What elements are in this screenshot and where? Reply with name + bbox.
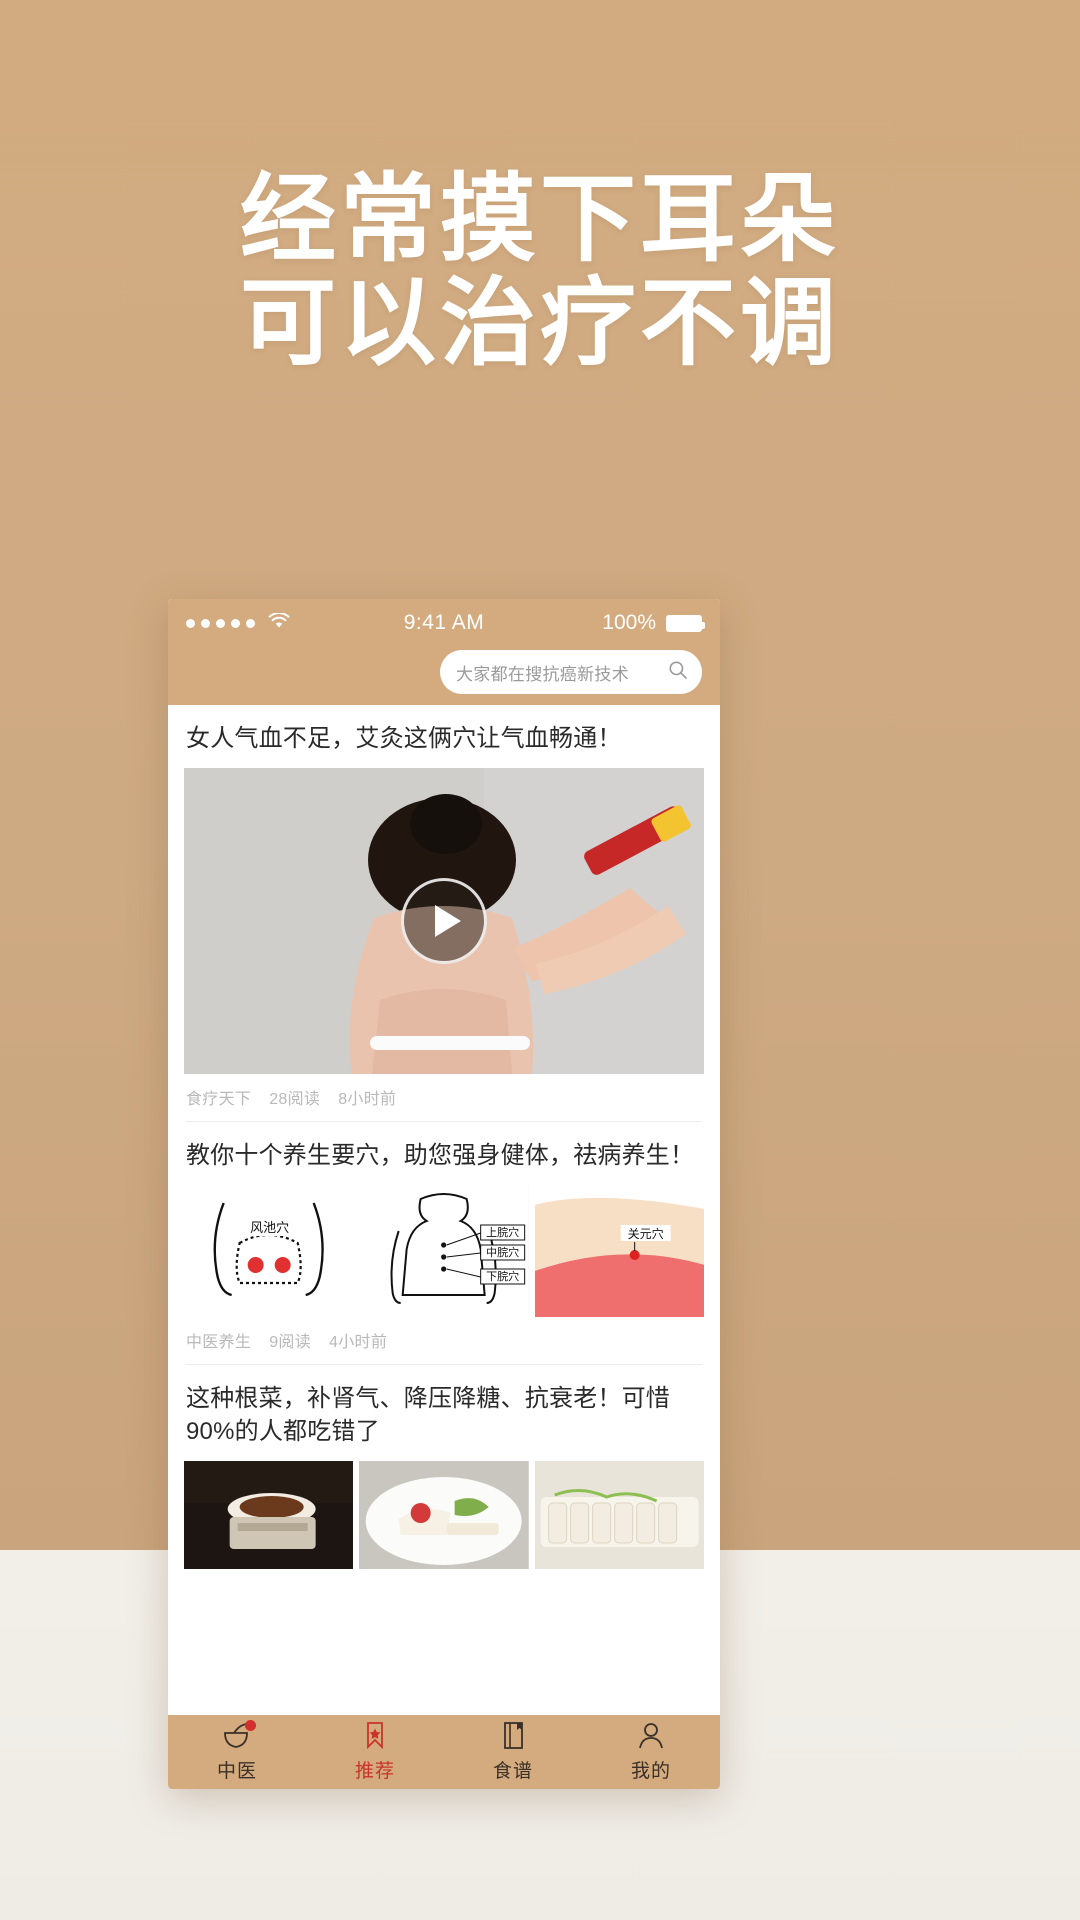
article-time: 4小时前 (329, 1334, 388, 1352)
article-reads: 9阅读 (269, 1334, 312, 1352)
tab-label: 食谱 (492, 1761, 533, 1782)
svg-text:下脘穴: 下脘穴 (486, 1269, 519, 1283)
article-image[interactable]: 风池穴 (184, 1185, 354, 1318)
article-title: 教你十个养生要穴，助您强身健体，祛病养生！ (186, 1142, 695, 1170)
article-image[interactable] (359, 1461, 529, 1570)
svg-text:上脘穴: 上脘穴 (486, 1225, 519, 1239)
status-signal (186, 611, 290, 635)
signal-dot (186, 618, 195, 628)
svg-text:中脘穴: 中脘穴 (486, 1245, 519, 1259)
list-item[interactable]: 女人气血不足，艾灸这俩穴让气血畅通！ 食疗天下 28阅读 8小时前 (168, 705, 720, 1123)
list-item[interactable]: 这种根菜，补肾气、降压降糖、抗衰老！可惜90%的人都吃错了 (168, 1365, 720, 1570)
signal-dot (216, 618, 225, 628)
signal-dot (201, 618, 210, 628)
status-battery-group: 100% (602, 611, 705, 635)
search-header: 大家都在搜抗癌新技术 (168, 647, 720, 705)
mortar-pestle-icon (220, 1720, 256, 1751)
bottom-tab-bar[interactable]: 中医 推荐 食谱 我的 (168, 1715, 720, 1789)
article-time: 8小时前 (338, 1091, 397, 1109)
tab-shipu[interactable]: 食谱 (444, 1721, 582, 1783)
search-placeholder: 大家都在搜抗癌新技术 (456, 664, 629, 684)
search-input[interactable]: 大家都在搜抗癌新技术 (440, 650, 702, 694)
article-title: 这种根菜，补肾气、降压降糖、抗衰老！可惜90%的人都吃错了 (186, 1385, 670, 1446)
headline-line-2: 可以治疗不调 (240, 269, 840, 377)
tab-wode[interactable]: 我的 (582, 1721, 720, 1783)
article-reads: 28阅读 (269, 1091, 321, 1109)
article-image-row[interactable]: 风池穴 上脘穴 中脘穴 下脘穴 关元穴 (184, 1185, 704, 1318)
svg-text:关元穴: 关元穴 (627, 1226, 663, 1241)
tab-tuijian[interactable]: 推荐 (306, 1721, 444, 1783)
article-title: 女人气血不足，艾灸这俩穴让气血畅通！ (186, 725, 622, 752)
signal-dot (231, 618, 240, 628)
article-meta: 食疗天下 28阅读 8小时前 (184, 1074, 704, 1121)
article-video-thumbnail[interactable] (184, 768, 704, 1075)
status-bar: 9:41 AM 100% (168, 599, 720, 647)
article-feed[interactable]: 女人气血不足，艾灸这俩穴让气血畅通！ 食疗天下 28阅读 8小时前 教你十个养生… (168, 705, 720, 1715)
bookmark-star-icon (358, 1721, 392, 1751)
article-image[interactable]: 关元穴 (534, 1185, 704, 1318)
battery-percent: 100% (602, 611, 656, 634)
battery-icon (666, 614, 705, 632)
play-icon[interactable] (401, 878, 487, 965)
article-image-row[interactable] (184, 1461, 704, 1570)
tab-label: 中医 (216, 1761, 257, 1782)
article-image[interactable] (184, 1461, 354, 1570)
headline-line-1: 经常摸下耳朵 (240, 166, 840, 273)
person-icon (634, 1721, 668, 1751)
article-source: 中医养生 (186, 1334, 252, 1352)
tab-zhongyi[interactable]: 中医 (168, 1720, 306, 1783)
article-image[interactable]: 上脘穴 中脘穴 下脘穴 (359, 1185, 529, 1318)
svg-text:风池穴: 风池穴 (250, 1220, 289, 1235)
tab-label: 我的 (630, 1761, 671, 1782)
list-item[interactable]: 教你十个养生要穴，助您强身健体，祛病养生！ 风池穴 上脘穴 中脘穴 下脘穴 关元… (168, 1122, 720, 1366)
signal-dot (246, 618, 255, 628)
poster-headline: 经常摸下耳朵 可以治疗不调 (0, 168, 1080, 375)
article-source: 食疗天下 (186, 1091, 252, 1109)
notification-badge (245, 1720, 256, 1731)
book-icon (496, 1721, 530, 1751)
article-meta: 中医养生 9阅读 4小时前 (184, 1317, 704, 1364)
search-icon[interactable] (668, 660, 688, 685)
phone-mockup: 9:41 AM 100% 大家都在搜抗癌新技术 女人气血不足，艾灸这俩穴让气血畅… (168, 599, 720, 1789)
article-image[interactable] (534, 1461, 704, 1570)
tab-label: 推荐 (354, 1761, 395, 1782)
wifi-icon (268, 611, 290, 635)
